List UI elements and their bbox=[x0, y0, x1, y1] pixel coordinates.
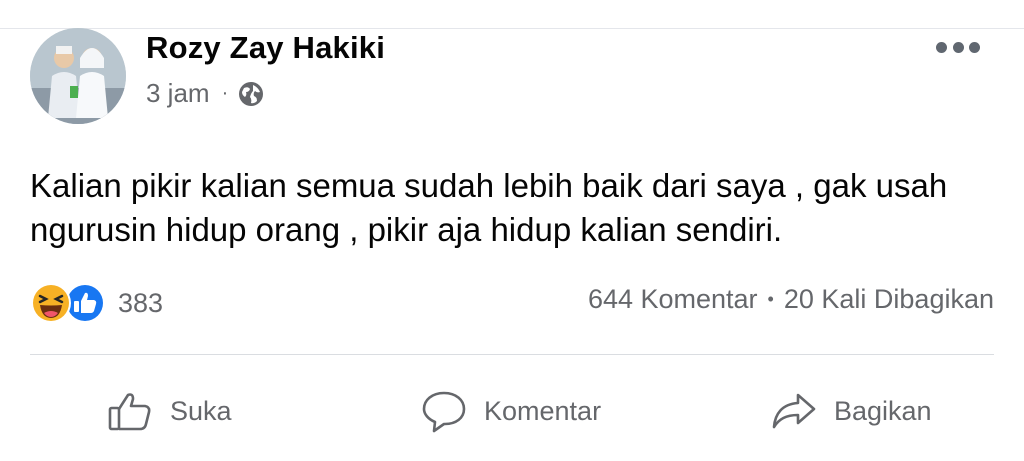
more-dot-icon bbox=[952, 41, 964, 53]
author-name[interactable]: Rozy Zay Hakiki bbox=[146, 30, 385, 66]
share-label: Bagikan bbox=[834, 395, 932, 426]
top-divider bbox=[0, 28, 1024, 29]
thumbs-up-icon bbox=[108, 393, 151, 431]
more-dot-icon bbox=[936, 41, 947, 53]
post-meta: 3 jam · bbox=[146, 78, 264, 109]
reaction-icons bbox=[30, 282, 108, 324]
post-stats: 644 Komentar • 20 Kali Dibagikan bbox=[588, 284, 994, 315]
share-count[interactable]: 20 Kali Dibagikan bbox=[784, 284, 994, 315]
comment-count[interactable]: 644 Komentar bbox=[588, 284, 758, 315]
like-button[interactable]: Suka bbox=[106, 380, 232, 442]
post-time[interactable]: 3 jam bbox=[146, 78, 210, 109]
like-label: Suka bbox=[170, 395, 232, 426]
actions-divider bbox=[30, 354, 994, 355]
more-dot-icon bbox=[969, 41, 980, 53]
post-body: Kalian pikir kalian semua sudah lebih ba… bbox=[30, 167, 948, 248]
more-options-button[interactable] bbox=[936, 40, 980, 54]
share-arrow-icon bbox=[772, 393, 816, 429]
avatar-photo bbox=[30, 28, 126, 124]
stats-separator: • bbox=[767, 289, 774, 309]
haha-icon bbox=[30, 282, 72, 329]
comment-label: Komentar bbox=[484, 395, 602, 426]
comment-icon bbox=[422, 391, 466, 433]
meta-separator: · bbox=[221, 82, 229, 104]
avatar[interactable] bbox=[30, 28, 126, 124]
action-bar: Suka Komentar Bagikan bbox=[0, 380, 1024, 442]
share-button[interactable]: Bagikan bbox=[770, 380, 932, 442]
reaction-count: 383 bbox=[118, 287, 164, 318]
reactions-summary[interactable]: 383 bbox=[30, 282, 163, 324]
comment-button[interactable]: Komentar bbox=[420, 380, 601, 442]
globe-icon[interactable] bbox=[238, 81, 264, 107]
